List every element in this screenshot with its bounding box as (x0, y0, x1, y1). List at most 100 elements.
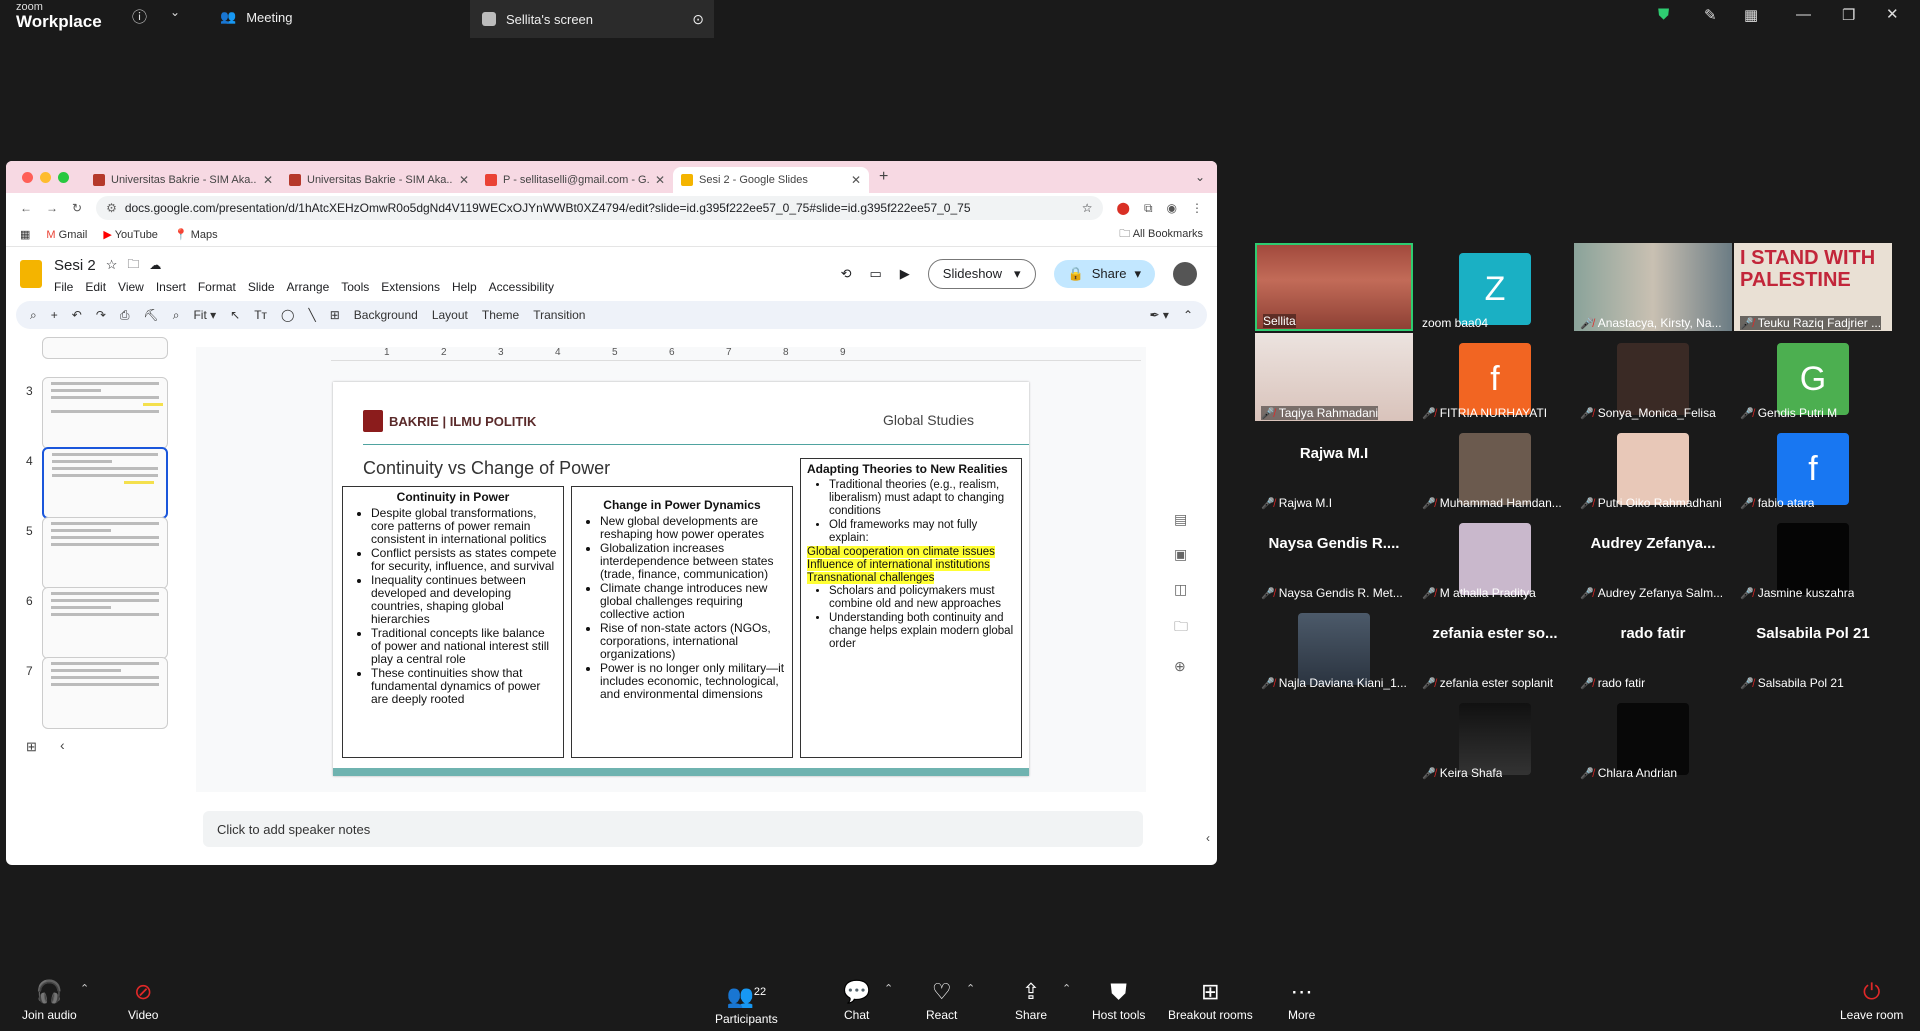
collapse-filmstrip-icon[interactable]: ‹ (60, 737, 65, 753)
participant-tile[interactable]: 🎤̸ Putri Oiko Rahmadhani (1574, 423, 1732, 511)
keep-icon[interactable]: ▤ (1174, 511, 1188, 528)
screen-share-tab[interactable]: Sellita's screen ⊙ (470, 0, 714, 38)
site-info-icon[interactable]: ⚙ (106, 201, 117, 215)
slide-thumbnail[interactable] (42, 377, 168, 449)
react-button[interactable]: ♡ React (926, 980, 957, 1023)
star-icon[interactable]: ☆ (106, 257, 118, 273)
history-icon[interactable]: ⟲ (841, 266, 852, 282)
menu-slide[interactable]: Slide (248, 280, 275, 294)
search-icon[interactable]: ⌕ (30, 308, 37, 323)
layout-button[interactable]: Layout (432, 308, 468, 322)
paint-format-icon[interactable]: ⛏ (143, 308, 158, 322)
layout-icon[interactable]: ▦ (1744, 6, 1758, 24)
participant-tile[interactable]: Audrey Zefanya... 🎤̸ Audrey Zefanya Salm.… (1574, 513, 1732, 601)
shield-icon[interactable]: ⛊ (1658, 6, 1669, 23)
url-field[interactable]: ⚙ docs.google.com/presentation/d/1hAtcXE… (96, 196, 1103, 220)
star-icon[interactable]: ☆ (1082, 201, 1093, 215)
shape-icon[interactable]: ◯ (281, 308, 294, 322)
menu-help[interactable]: Help (452, 280, 477, 294)
participant-tile[interactable]: 🎤̸ Muhammad Hamdan... (1416, 423, 1574, 511)
folder-icon[interactable]: 🗀 (1174, 616, 1188, 640)
comment-add-icon[interactable]: ⊞ (330, 308, 340, 322)
join-audio-button[interactable]: 🎧 Join audio (22, 980, 77, 1023)
chevron-down-icon[interactable]: ⌄ (170, 5, 180, 19)
cloud-icon[interactable]: ☁ (149, 258, 161, 272)
tab-close-icon[interactable]: ✕ (459, 173, 469, 187)
tab-close-icon[interactable]: ✕ (655, 173, 665, 187)
slide-thumbnail[interactable] (42, 517, 168, 589)
close-icon[interactable]: ✕ (1886, 5, 1899, 23)
tab-search-icon[interactable]: ⌄ (1195, 170, 1205, 184)
browser-tab[interactable]: Universitas Bakrie - SIM Aka... ✕ (281, 167, 477, 193)
share-screen-button[interactable]: ⇪ Share (1015, 980, 1047, 1023)
zoom-select[interactable]: Fit ▾ (193, 308, 216, 322)
participant-tile[interactable]: 🎤̸ Keira Shafa (1416, 693, 1574, 781)
more-options-icon[interactable]: ⊙ (692, 11, 704, 28)
participant-tile[interactable]: Naysa Gendis R.... 🎤̸ Naysa Gendis R. Met… (1255, 513, 1413, 601)
meet-icon[interactable]: ▶ (900, 266, 910, 282)
continuity-box[interactable]: Continuity in Power Despite global trans… (342, 486, 564, 758)
slide-thumbnail[interactable] (42, 657, 168, 729)
participant-tile[interactable]: 🎤̸ Najla Daviana Kiani_1... (1255, 603, 1413, 691)
move-icon[interactable]: 🗀 (127, 255, 139, 276)
select-icon[interactable]: ↖ (230, 308, 240, 322)
adapting-box[interactable]: Adapting Theories to New Realities Tradi… (800, 458, 1022, 758)
share-button[interactable]: 🔒 Share ▾ (1053, 260, 1155, 288)
comment-icon[interactable]: ▭ (869, 266, 881, 282)
back-icon[interactable]: ← (20, 201, 32, 215)
add-on-icon[interactable]: ⊕ (1174, 658, 1188, 675)
participant-tile[interactable]: 🎤̸ Sonya_Monica_Felisa (1574, 333, 1732, 421)
participant-tile[interactable]: Salsabila Pol 21 🎤̸ Salsabila Pol 21 (1734, 603, 1892, 691)
menu-file[interactable]: File (54, 280, 73, 294)
forward-icon[interactable]: → (46, 201, 58, 215)
leave-button[interactable]: ⏻ Leave room (1840, 980, 1903, 1023)
textbox-icon[interactable]: Tт (254, 308, 267, 322)
background-button[interactable]: Background (354, 308, 418, 322)
grid-view-icon[interactable]: ⊞ (26, 739, 37, 755)
browser-tab-active[interactable]: Sesi 2 - Google Slides ✕ (673, 167, 869, 193)
menu-accessibility[interactable]: Accessibility (489, 280, 554, 294)
more-button[interactable]: ⋯ More (1288, 980, 1315, 1023)
browser-tab[interactable]: Universitas Bakrie - SIM Aka... ✕ (85, 167, 281, 193)
participant-tile[interactable]: 🎤̸ M athalla Praditya (1416, 513, 1574, 601)
participant-tile[interactable]: I STAND WITH PALESTINE 🎤̸ Teuku Raziq Fad… (1734, 243, 1892, 331)
profile-icon[interactable]: ◉ (1167, 201, 1177, 215)
slide-thumbnail[interactable] (42, 337, 168, 359)
menu-icon[interactable]: ⋮ (1191, 201, 1203, 215)
apps-icon[interactable]: ▦ (20, 228, 30, 241)
doc-title[interactable]: Sesi 2 (54, 257, 96, 274)
slide-thumbnail-selected[interactable] (42, 447, 168, 519)
chat-options-icon[interactable]: ⌃ (884, 982, 893, 995)
participant-tile[interactable]: G 🎤̸ Gendis Putri M (1734, 333, 1892, 421)
tasks-icon[interactable]: ▣ (1174, 546, 1188, 563)
change-box[interactable]: Change in Power Dynamics New global deve… (571, 486, 793, 758)
participant-tile[interactable]: Z zoom baa04 (1416, 243, 1574, 331)
pen-icon[interactable]: ✎ (1704, 6, 1717, 24)
expand-side-panel-icon[interactable]: ‹ (1206, 831, 1210, 845)
tab-close-icon[interactable]: ✕ (851, 173, 861, 187)
account-avatar[interactable] (1173, 262, 1197, 286)
zoom-dot-icon[interactable] (58, 171, 69, 183)
menu-extensions[interactable]: Extensions (381, 280, 440, 294)
redo-icon[interactable]: ↷ (96, 308, 106, 322)
add-icon[interactable]: + (51, 308, 58, 322)
transition-button[interactable]: Transition (533, 308, 585, 322)
slide[interactable]: BAKRIE | ILMU POLITIK Global Studies Con… (333, 382, 1029, 776)
chevron-down-icon[interactable]: ▾ (1134, 266, 1141, 282)
participant-tile[interactable]: 🎤̸ Jasmine kuszahra (1734, 513, 1892, 601)
info-icon[interactable]: ⓘ (132, 6, 147, 27)
pen-mode-icon[interactable]: ✒ ▾ (1150, 308, 1169, 322)
participant-tile[interactable]: zefania ester so... 🎤̸ zefania ester sopl… (1416, 603, 1574, 691)
bookmark-maps[interactable]: 📍 Maps (174, 228, 218, 241)
minimize-dot-icon[interactable] (40, 171, 51, 183)
collapse-icon[interactable]: ⌃ (1183, 308, 1193, 322)
bookmark-gmail[interactable]: M Gmail (46, 229, 87, 241)
reload-icon[interactable]: ↻ (72, 201, 82, 215)
new-tab-icon[interactable]: + (879, 168, 888, 186)
participants-button[interactable]: 👥22 Participants (715, 980, 778, 1027)
slides-logo-icon[interactable] (20, 260, 42, 288)
participant-tile[interactable]: 🎤̸ Chlara Andrian (1574, 693, 1732, 781)
host-tools-button[interactable]: ⛊ Host tools (1092, 980, 1145, 1023)
extensions-icon[interactable]: ⧉ (1144, 201, 1153, 216)
participant-tile[interactable]: Sellita (1255, 243, 1413, 331)
